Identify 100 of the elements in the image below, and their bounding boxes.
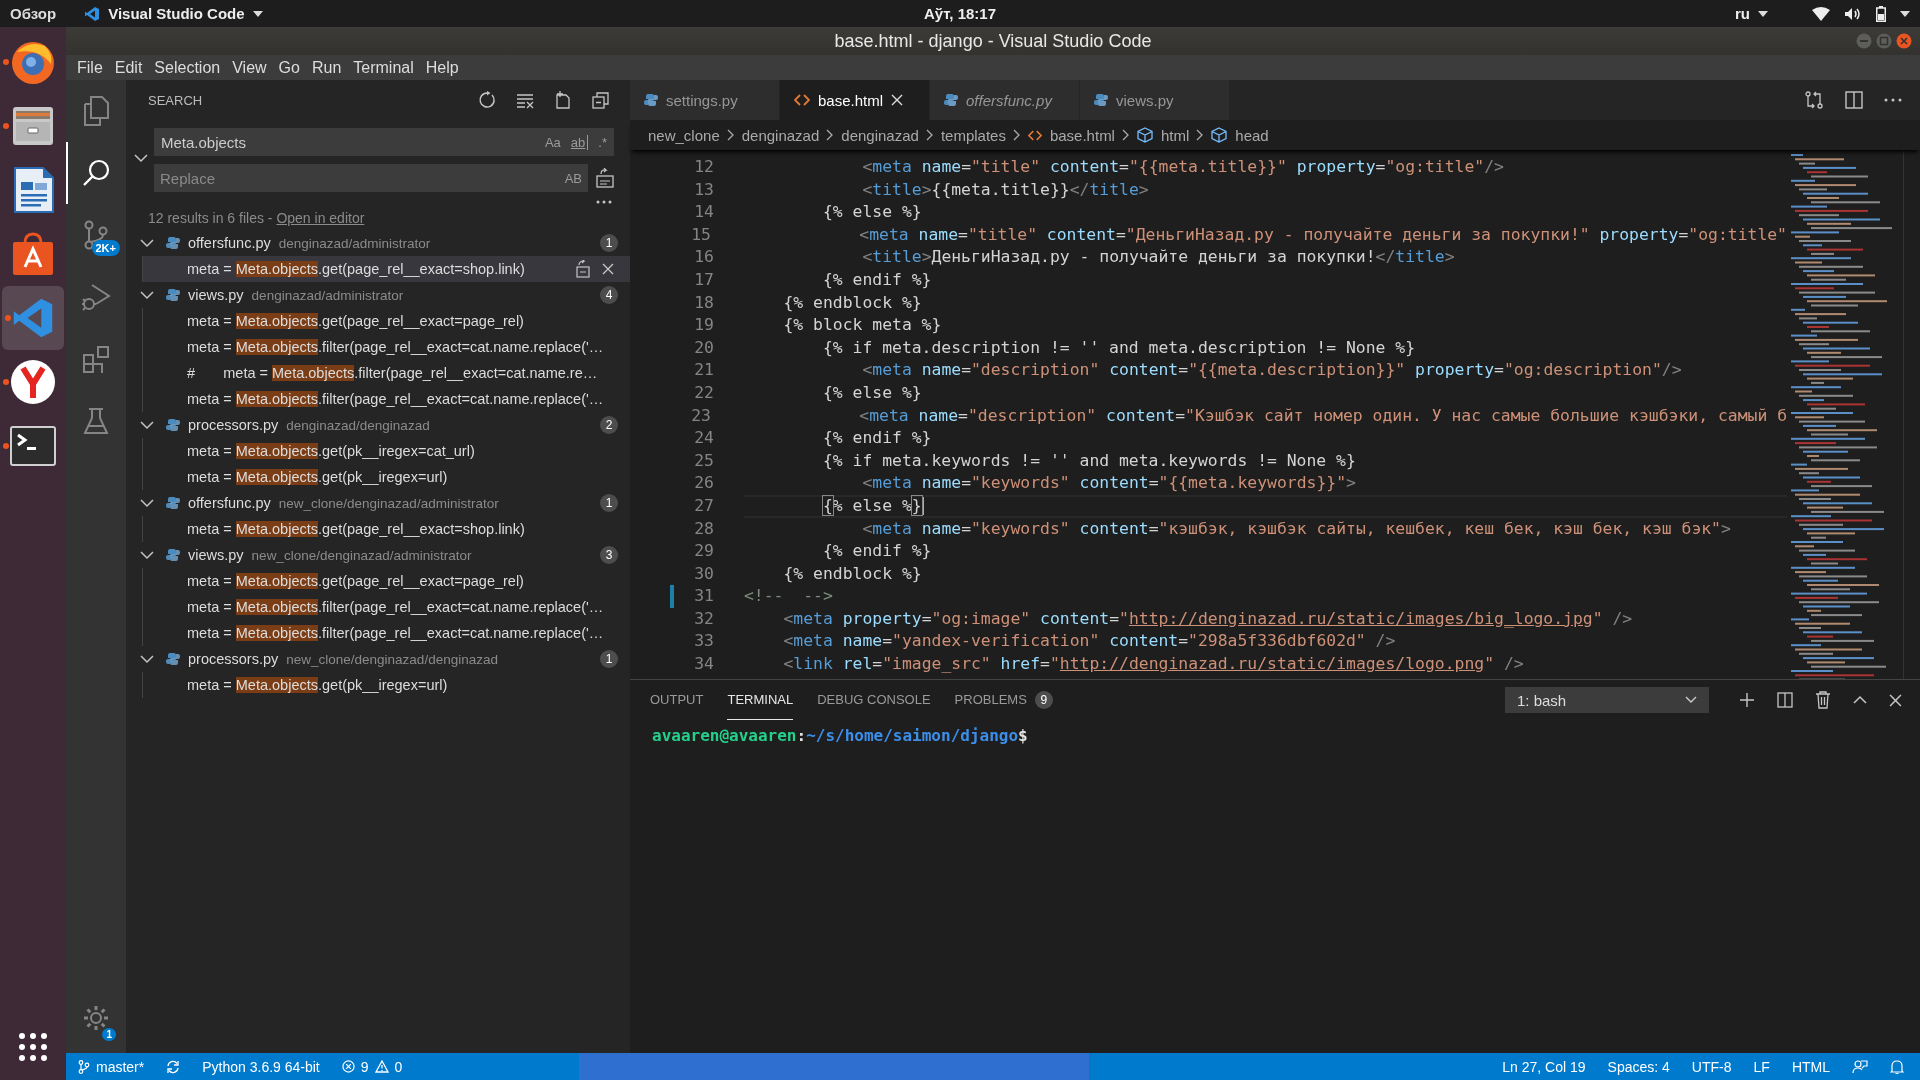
search-result[interactable]: meta = Meta.objects.get(pk__iregex=url) <box>142 464 630 490</box>
breadcrumb-item[interactable]: head <box>1211 126 1269 144</box>
activities-button[interactable]: Обзор <box>10 5 57 22</box>
breadcrumb-item[interactable]: new_clone <box>648 126 720 144</box>
search-result[interactable]: meta = Meta.objects.filter(page_rel__exact=cat.name.replace('… <box>142 620 630 646</box>
refresh-icon[interactable] <box>478 91 496 109</box>
editor-tab[interactable]: views.py <box>1080 80 1230 120</box>
battery-icon[interactable] <box>1876 5 1886 22</box>
caret-icon[interactable] <box>1900 10 1910 17</box>
code-line: <meta name="keywords" content="{{meta.keywords}}"> <box>861 472 1357 495</box>
compare-icon[interactable] <box>1804 90 1824 110</box>
chevron-down-icon[interactable] <box>134 153 148 163</box>
collapse-all-icon[interactable] <box>592 91 610 109</box>
clock[interactable]: Аўт, 18:17 <box>923 5 997 22</box>
whole-word-toggle[interactable]: ab <box>570 134 589 150</box>
search-field[interactable]: Meta.objects Aa ab .* <box>154 128 614 156</box>
menu-item[interactable]: Help <box>420 58 464 77</box>
app-menu[interactable]: Visual Studio Code <box>84 5 263 22</box>
panel-tab[interactable]: TERMINAL <box>727 680 794 720</box>
replace-icon[interactable] <box>576 260 590 278</box>
search-result[interactable]: meta = Meta.objects.get(pk__iregex=cat_url) <box>142 438 630 464</box>
replace-field[interactable]: Replace AB <box>154 164 588 192</box>
result-file[interactable]: offersfunc.py denginazad/administrator 1 <box>126 230 630 256</box>
menu-item[interactable]: Run <box>306 58 347 77</box>
files-icon <box>82 96 110 126</box>
close-icon[interactable] <box>891 94 904 106</box>
search-icon <box>82 158 112 188</box>
match-case-toggle[interactable]: Aa <box>544 134 561 150</box>
replace-all-icon[interactable] <box>596 168 614 188</box>
trash-icon[interactable] <box>1815 691 1831 709</box>
result-file[interactable]: views.py new_clone/denginazad/administrator 3 <box>126 542 630 568</box>
breadcrumb-item[interactable]: templates <box>940 126 1006 144</box>
search-result[interactable]: # meta = Meta.objects.filter(page_rel__exact=cat.name.re… <box>142 360 630 386</box>
regex-toggle[interactable]: .* <box>598 134 607 150</box>
encoding-status[interactable]: UTF-8 <box>1691 1058 1732 1075</box>
editor-tab[interactable]: base.html <box>780 80 930 120</box>
more-icon[interactable] <box>596 200 612 204</box>
menu-item[interactable]: View <box>227 58 272 77</box>
result-file[interactable]: processors.py denginazad/denginazad 2 <box>126 412 630 438</box>
panel-tab[interactable]: DEBUG CONSOLE <box>817 680 931 720</box>
menu-item[interactable]: Terminal <box>348 58 419 77</box>
result-file[interactable]: views.py denginazad/administrator 4 <box>126 282 630 308</box>
search-result[interactable]: meta = Meta.objects.get(pk__iregex=url) <box>142 672 630 698</box>
indentation-status[interactable]: Spaces: 4 <box>1607 1058 1670 1075</box>
editor-tab[interactable]: settings.py <box>630 80 780 120</box>
volume-icon[interactable] <box>1844 6 1862 21</box>
close-icon[interactable] <box>602 263 614 275</box>
bell-icon[interactable] <box>1890 1058 1904 1075</box>
code-line: {% else %} <box>821 201 923 224</box>
search-result[interactable]: meta = Meta.objects.get(page_rel__exact=page_rel) <box>142 568 630 594</box>
manage-button[interactable]: 1 <box>66 983 126 1053</box>
language-status[interactable]: HTML <box>1791 1058 1830 1075</box>
breadcrumb-item[interactable]: denginazad <box>741 126 820 144</box>
close-icon[interactable] <box>1889 693 1902 707</box>
result-file[interactable]: processors.py new_clone/denginazad/denginazad 1 <box>126 646 630 672</box>
wifi-icon[interactable] <box>1812 6 1830 21</box>
open-in-editor-link[interactable]: Open in editor <box>276 210 365 226</box>
breadcrumb-item[interactable]: base.html <box>1027 126 1115 144</box>
search-result[interactable]: meta = Meta.objects.filter(page_rel__exact=cat.name.replace('… <box>142 334 630 360</box>
clear-results-icon[interactable] <box>516 91 534 109</box>
split-editor-icon[interactable] <box>1844 90 1864 110</box>
search-result[interactable]: meta = Meta.objects.get(page_rel__exact=shop.link) <box>142 516 630 542</box>
plus-icon[interactable] <box>1739 692 1755 708</box>
split-terminal-icon[interactable] <box>1777 692 1793 708</box>
chevron-right-icon <box>1121 129 1130 141</box>
editor-tab[interactable]: offersfunc.py <box>930 80 1080 120</box>
preserve-case-toggle[interactable]: AB <box>564 170 582 186</box>
branch-status[interactable]: master* <box>78 1058 145 1075</box>
code-line: {% endif %} <box>821 427 933 450</box>
close-button[interactable] <box>1896 33 1912 49</box>
breadcrumb-item[interactable]: denginazad <box>841 126 919 144</box>
app-grid-icon[interactable] <box>18 1032 48 1062</box>
line-number: 12 <box>693 156 715 178</box>
count-badge: 2K+ <box>91 240 120 256</box>
activity-item[interactable]: 2K+ <box>66 204 126 266</box>
menu-item[interactable]: Edit <box>109 58 148 77</box>
line-ending-status[interactable]: LF <box>1753 1058 1770 1075</box>
panel-tab[interactable]: OUTPUT <box>650 680 704 720</box>
search-result[interactable]: meta = Meta.objects.filter(page_rel__exact=cat.name.replace('… <box>142 386 630 412</box>
new-file-icon[interactable] <box>554 91 572 109</box>
menu-item[interactable]: File <box>72 58 108 77</box>
chevron-up-icon[interactable] <box>1853 695 1867 705</box>
cursor-position[interactable]: Ln 27, Col 19 <box>1502 1058 1586 1075</box>
sync-icon[interactable] <box>166 1059 181 1074</box>
more-icon[interactable] <box>1884 98 1902 102</box>
match-line: meta = Meta.objects.get(page_rel__exact=page_rel) <box>187 313 525 329</box>
menu-item[interactable]: Go <box>273 58 305 77</box>
terminal-dropdown[interactable]: 1: bash <box>1505 687 1709 713</box>
search-result[interactable]: meta = Meta.objects.get(page_rel__exact=shop.link) <box>142 256 630 282</box>
line-number: 27 <box>693 494 715 517</box>
search-result[interactable]: meta = Meta.objects.filter(page_rel__exact=cat.name.replace('… <box>142 594 630 620</box>
feedback-icon[interactable] <box>1852 1058 1868 1075</box>
interpreter-status[interactable]: Python 3.6.9 64-bit <box>202 1058 320 1075</box>
search-result[interactable]: meta = Meta.objects.get(page_rel__exact=page_rel) <box>142 308 630 334</box>
keyboard-layout[interactable]: ru <box>1735 5 1768 22</box>
menu-item[interactable]: Selection <box>149 58 226 77</box>
breadcrumb-item[interactable]: html <box>1136 126 1190 144</box>
problems-status[interactable]: 9 0 <box>341 1058 403 1075</box>
result-file[interactable]: offersfunc.py new_clone/denginazad/administrator 1 <box>126 490 630 516</box>
panel-tab[interactable]: PROBLEMS 9 <box>954 680 1053 720</box>
